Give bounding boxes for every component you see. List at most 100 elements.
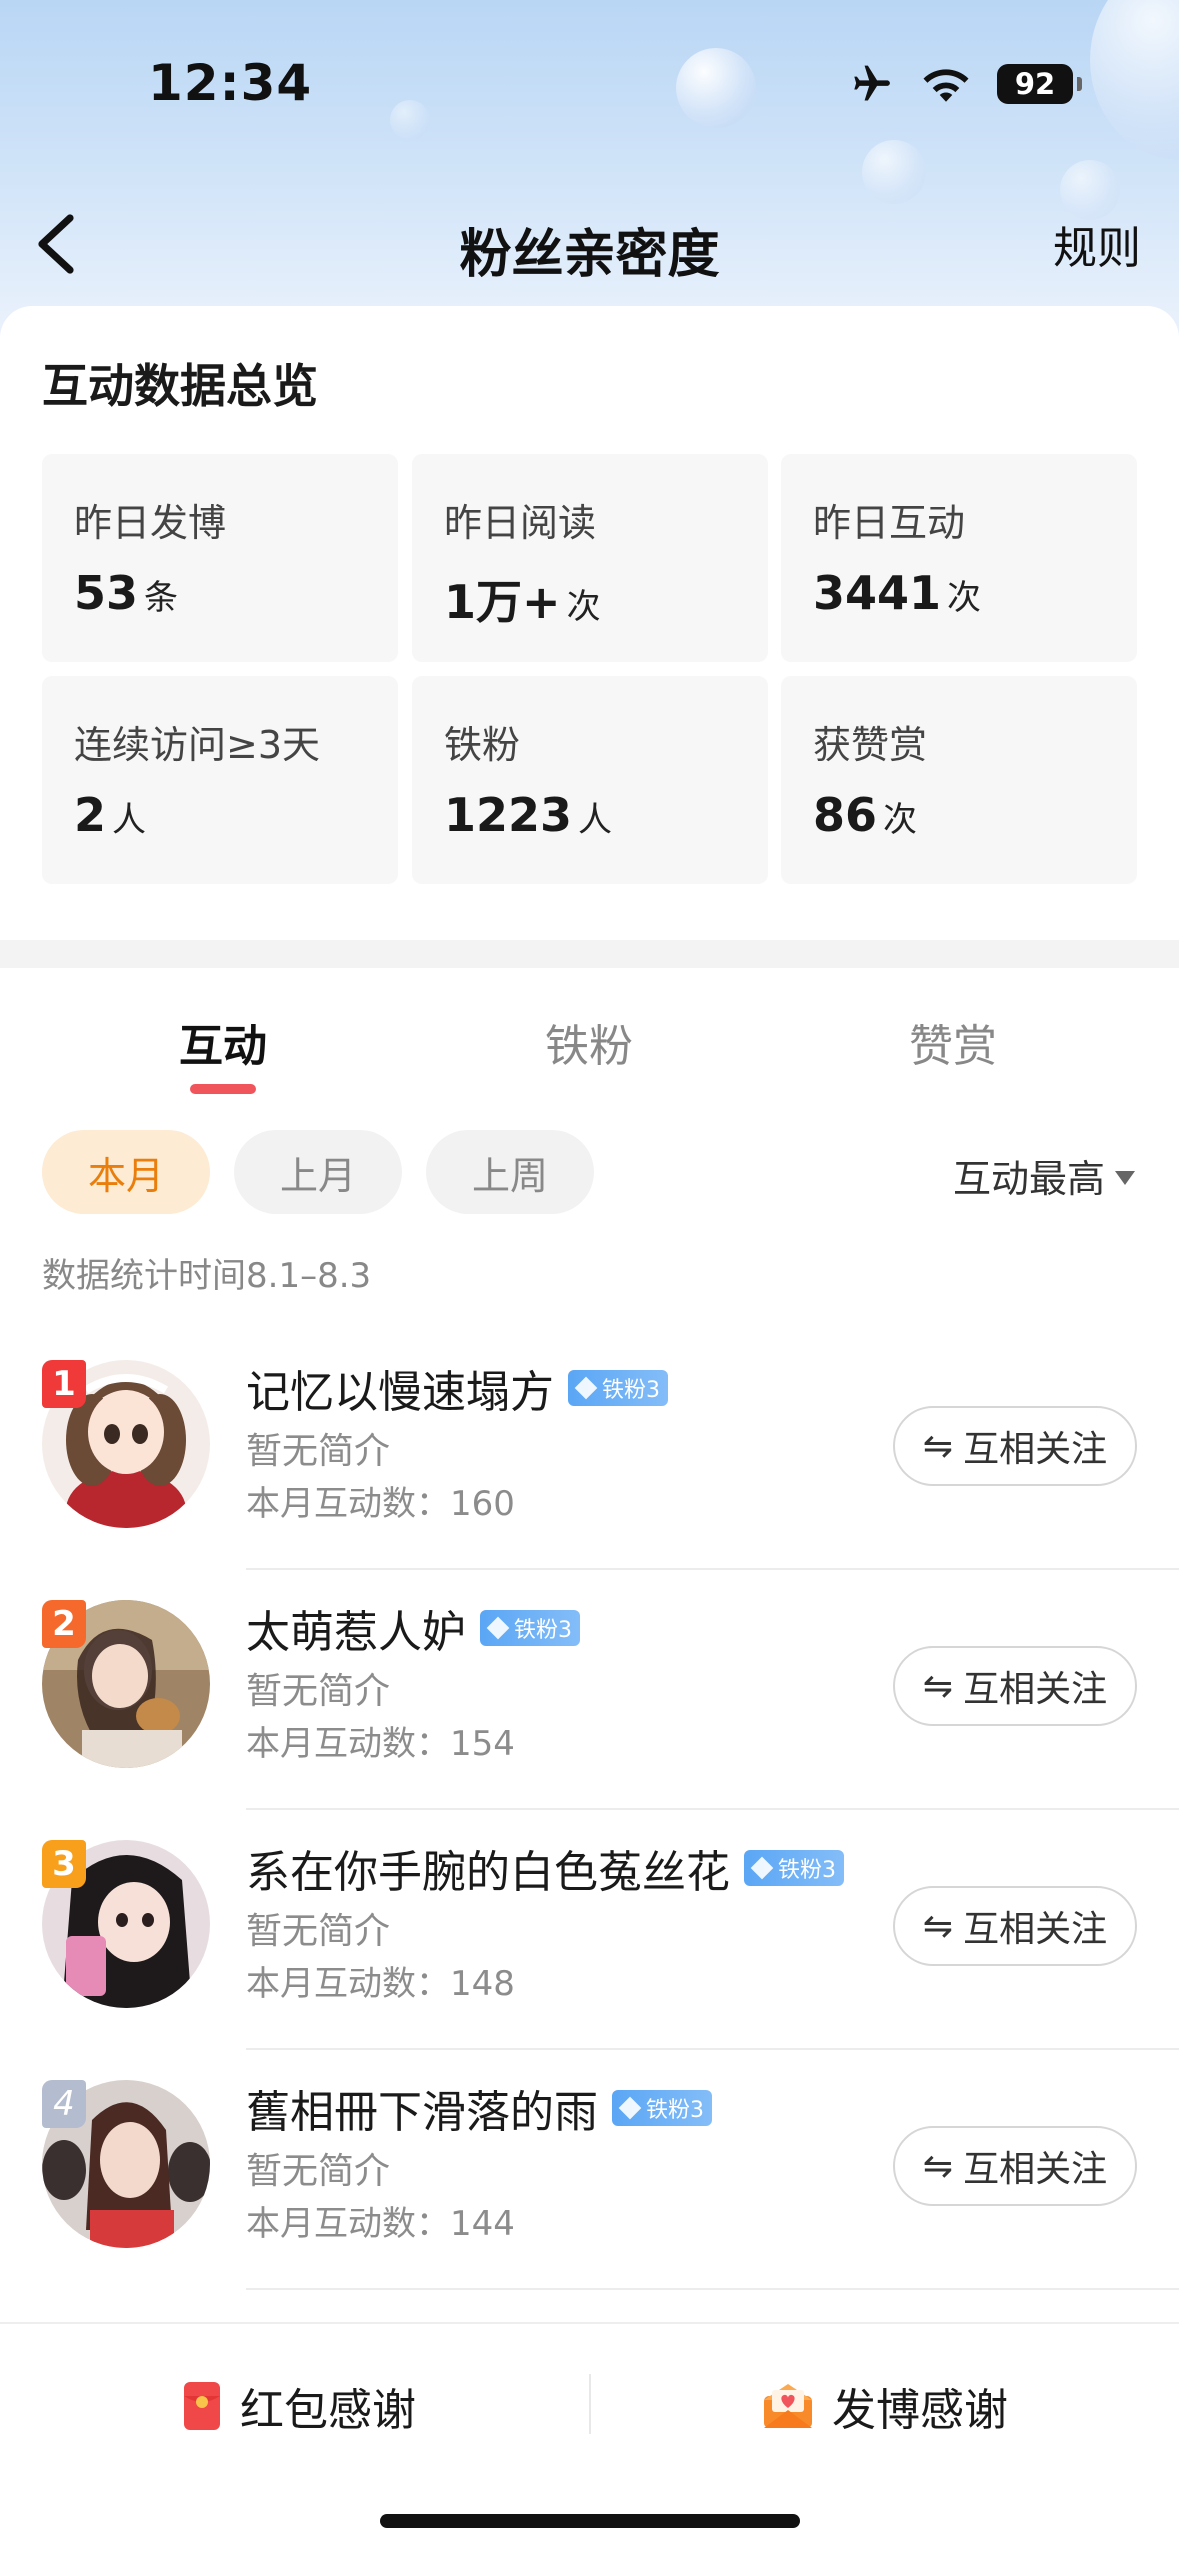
badge-label: 铁粉3 <box>646 2098 704 2123</box>
diamond-icon <box>618 2096 642 2120</box>
swap-arrows-icon: ⇋ <box>922 1905 954 1947</box>
bubble-decoration <box>1060 160 1120 220</box>
swap-arrows-icon: ⇋ <box>922 1665 954 1707</box>
rank-badge: 4 <box>42 2080 86 2128</box>
fan-bio: 暂无简介 <box>246 1911 391 1952</box>
filter-last-month[interactable]: 上月 <box>234 1130 402 1214</box>
fan-list-item[interactable]: 4 舊相冊下滑落的雨 铁粉3 暂无简介 本月互动数：144 ⇋ 互相关注 <box>0 2050 1179 2290</box>
fan-bio: 暂无简介 <box>246 2151 391 2192</box>
home-indicator <box>380 2514 800 2528</box>
diamond-icon <box>486 1616 510 1640</box>
stat-unit: 次 <box>566 587 601 627</box>
bubble-decoration <box>390 100 430 140</box>
red-packet-label: 红包感谢 <box>240 2385 416 2436</box>
wifi-icon <box>923 69 969 102</box>
fan-interaction-count: 本月互动数：154 <box>246 1724 515 1764</box>
iron-fan-badge: 铁粉3 <box>480 1610 580 1646</box>
red-packet-thanks-button[interactable]: 红包感谢 <box>182 2374 416 2438</box>
diamond-icon <box>750 1856 774 1880</box>
fan-list-item[interactable]: 1 记忆以慢速塌方 铁粉3 暂无简介 本月互动数：160 ⇋ 互相关注 <box>0 1330 1179 1570</box>
fan-interaction-count: 本月互动数：160 <box>246 1484 515 1524</box>
fan-name[interactable]: 舊相冊下滑落的雨 <box>246 2076 598 2140</box>
post-thanks-label: 发博感谢 <box>832 2385 1008 2436</box>
stat-unit: 条 <box>144 578 179 618</box>
rank-badge: 3 <box>42 1840 86 1888</box>
section-divider <box>0 940 1179 968</box>
fan-name[interactable]: 记忆以慢速塌方 <box>246 1356 554 1420</box>
mutual-follow-button[interactable]: ⇋ 互相关注 <box>893 1406 1137 1486</box>
mutual-follow-button[interactable]: ⇋ 互相关注 <box>893 2126 1137 2206</box>
bubble-decoration <box>676 48 756 128</box>
stat-label: 获赞赏 <box>813 723 928 767</box>
stat-unit: 次 <box>947 578 982 618</box>
stat-unit: 次 <box>883 800 918 840</box>
sort-label: 互动最高 <box>952 1157 1105 1201</box>
follow-button-label: 互相关注 <box>963 2149 1108 2190</box>
stat-number: 1223 <box>444 788 573 842</box>
iron-fan-badge: 铁粉3 <box>612 2090 712 2126</box>
filter-this-month[interactable]: 本月 <box>42 1130 210 1214</box>
fan-list-item[interactable]: 3 系在你手腕的白色菟丝花 铁粉3 暂无简介 本月互动数：148 ⇋ 互相关注 <box>0 1810 1179 2050</box>
overview-card: 互动数据总览 昨日发博 53 条 昨日阅读 1万+ 次 昨日互动 3441 次 连续访… <box>0 306 1179 940</box>
stat-number: 86 <box>813 788 878 842</box>
stat-number: 1万+ <box>444 575 561 629</box>
stat-card: 昨日阅读 1万+ 次 <box>412 454 768 662</box>
status-icons: 92 <box>847 62 1082 106</box>
fan-intimacy-page: 12:34 92 粉丝亲密度 规则 互动数据总览 昨日发博 53 条 昨日阅读 1… <box>0 0 1179 2556</box>
stat-value: 1223 人 <box>444 788 612 842</box>
fan-name-line: 系在你手腕的白色菟丝花 铁粉3 <box>246 1836 844 1900</box>
page-title: 粉丝亲密度 <box>459 225 720 285</box>
fan-list-item[interactable]: 2 太萌惹人妒 铁粉3 暂无简介 本月互动数：154 ⇋ 互相关注 <box>0 1570 1179 1810</box>
tab-tips[interactable]: 赞赏 <box>853 1010 1053 1074</box>
bottom-divider <box>589 2374 591 2434</box>
tab-active-indicator <box>190 1084 256 1094</box>
iron-fan-badge: 铁粉3 <box>744 1850 844 1886</box>
fan-name-line: 记忆以慢速塌方 铁粉3 <box>246 1356 668 1420</box>
stat-label: 昨日发博 <box>74 501 227 545</box>
row-divider <box>246 2288 1179 2290</box>
stat-label: 铁粉 <box>444 723 521 767</box>
filter-last-week[interactable]: 上周 <box>426 1130 594 1214</box>
fan-bio: 暂无简介 <box>246 1431 391 1472</box>
stat-unit: 人 <box>112 800 147 840</box>
stat-label: 连续访问≥3天 <box>74 723 321 767</box>
sort-dropdown[interactable]: 互动最高 <box>953 1148 1135 1203</box>
badge-label: 铁粉3 <box>514 1618 572 1643</box>
stat-card: 昨日发博 53 条 <box>42 454 398 662</box>
stat-label: 昨日阅读 <box>444 501 597 545</box>
envelope-heart-icon <box>764 2384 812 2428</box>
badge-label: 铁粉3 <box>602 1378 660 1403</box>
iron-fan-badge: 铁粉3 <box>568 1370 668 1406</box>
battery-level: 92 <box>1014 67 1056 101</box>
fan-name-line: 太萌惹人妒 铁粉3 <box>246 1596 580 1660</box>
fan-name[interactable]: 系在你手腕的白色菟丝花 <box>246 1836 730 1900</box>
fan-name-line: 舊相冊下滑落的雨 铁粉3 <box>246 2076 712 2140</box>
rank-badge: 1 <box>42 1360 86 1408</box>
fan-interaction-count: 本月互动数：148 <box>246 1964 515 2004</box>
stat-value: 1万+ 次 <box>444 566 601 632</box>
bubble-decoration <box>1090 0 1179 160</box>
caret-down-icon <box>1115 1170 1135 1185</box>
stat-card: 铁粉 1223 人 <box>412 676 768 884</box>
fan-interaction-count: 本月互动数：144 <box>246 2204 515 2244</box>
tab-iron-fans[interactable]: 铁粉 <box>489 1010 689 1074</box>
swap-arrows-icon: ⇋ <box>922 2145 954 2187</box>
stat-number: 53 <box>74 566 139 620</box>
stat-unit: 人 <box>578 800 613 840</box>
stat-value: 53 条 <box>74 566 178 620</box>
fan-name[interactable]: 太萌惹人妒 <box>246 1596 466 1660</box>
battery-indicator: 92 <box>997 64 1082 104</box>
rank-badge: 2 <box>42 1600 86 1648</box>
red-packet-icon <box>184 2382 220 2430</box>
date-range: 数据统计时间8.1–8.3 <box>42 1256 372 1296</box>
stat-card: 连续访问≥3天 2人 <box>42 676 398 884</box>
follow-button-label: 互相关注 <box>963 1909 1108 1950</box>
tab-interaction[interactable]: 互动 <box>123 1010 323 1074</box>
diamond-icon <box>574 1376 598 1400</box>
rules-link[interactable]: 规则 <box>1053 212 1141 276</box>
post-thanks-button[interactable]: 发博感谢 <box>762 2374 1008 2438</box>
stat-number: 2 <box>74 788 107 842</box>
stat-card: 获赞赏 86 次 <box>781 676 1137 884</box>
mutual-follow-button[interactable]: ⇋ 互相关注 <box>893 1886 1137 1966</box>
mutual-follow-button[interactable]: ⇋ 互相关注 <box>893 1646 1137 1726</box>
